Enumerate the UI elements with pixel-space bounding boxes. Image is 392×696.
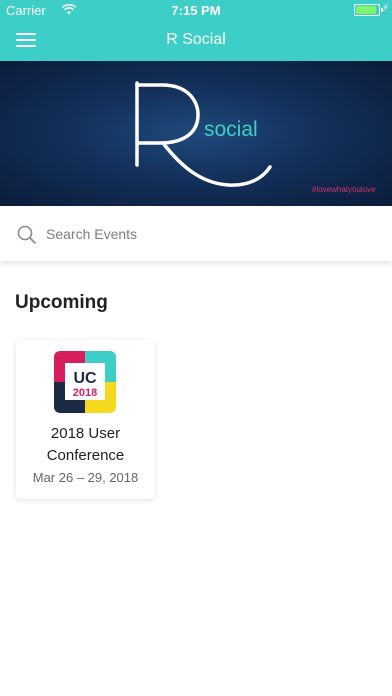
event-name-line-2: Conference	[46, 447, 125, 464]
logo-year-text: 2018	[73, 387, 97, 399]
nav-bar: R Social	[0, 20, 392, 61]
status-time: 7:15 PM	[171, 3, 221, 18]
event-name: 2018 User Conference	[16, 423, 155, 467]
hashtag-label: #lovewhatyoulove	[312, 185, 376, 194]
battery-icon	[354, 4, 383, 16]
hero-banner: social #lovewhatyoulove	[0, 61, 392, 206]
event-card[interactable]: UC 2018 2018 User Conference Mar 26 – 29…	[16, 340, 155, 499]
event-name-line-1: 2018 User	[50, 425, 121, 442]
logo-uc-text: UC	[73, 370, 97, 387]
status-bar: Carrier 7:15 PM ⚡	[0, 0, 392, 20]
page-title: R Social	[166, 31, 226, 48]
event-dates: Mar 26 – 29, 2018	[32, 470, 139, 485]
search-bar	[0, 206, 392, 261]
logo-word: social	[204, 118, 258, 141]
search-input[interactable]	[46, 222, 366, 246]
section-title-upcoming: Upcoming	[15, 292, 108, 313]
uc2018-logo-icon: UC 2018	[54, 351, 116, 413]
search-icon	[17, 225, 36, 244]
charging-bolt-icon: ⚡	[382, 3, 390, 14]
